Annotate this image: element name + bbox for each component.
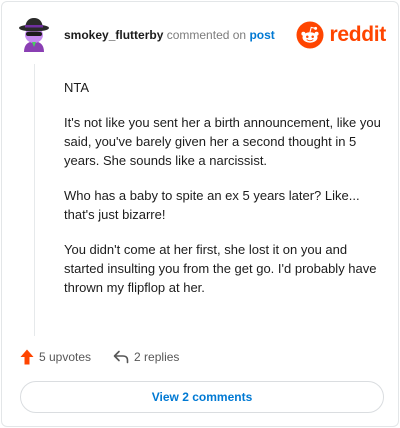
view-comments-button[interactable]: View 2 comments: [20, 381, 384, 413]
upvote-button[interactable]: 5 upvotes: [20, 349, 91, 365]
comment-paragraph: You didn't come at her first, she lost i…: [64, 242, 377, 295]
thread-line[interactable]: [34, 64, 35, 336]
comment-paragraph: It's not like you sent her a birth annou…: [64, 115, 381, 168]
action-text: commented on: [166, 28, 247, 42]
brand-name: reddit: [329, 23, 386, 46]
comment-meta: smokey_flutterby commented on post: [64, 28, 275, 42]
post-link[interactable]: post: [249, 28, 274, 42]
reply-count: 2 replies: [134, 350, 180, 364]
replies-button[interactable]: 2 replies: [113, 350, 179, 364]
avatar-icon: [19, 18, 49, 52]
upvote-count: 5 upvotes: [39, 350, 92, 364]
comment-body: NTA It's not like you sent her a birth a…: [64, 78, 382, 313]
comment-actions: 5 upvotes 2 replies: [20, 347, 179, 367]
reply-arrow-icon: [113, 350, 129, 364]
comment-header: smokey_flutterby commented on post reddi…: [16, 16, 386, 54]
user-avatar[interactable]: [16, 16, 52, 54]
reddit-snoo-icon: [296, 21, 324, 49]
username-link[interactable]: smokey_flutterby: [64, 28, 163, 42]
upvote-arrow-icon: [20, 349, 34, 365]
comment-card: smokey_flutterby commented on post reddi…: [1, 1, 399, 427]
comment-paragraph: Who has a baby to spite an ex 5 years la…: [64, 188, 360, 222]
reddit-logo[interactable]: reddit: [296, 20, 386, 50]
comment-paragraph: NTA: [64, 80, 90, 95]
